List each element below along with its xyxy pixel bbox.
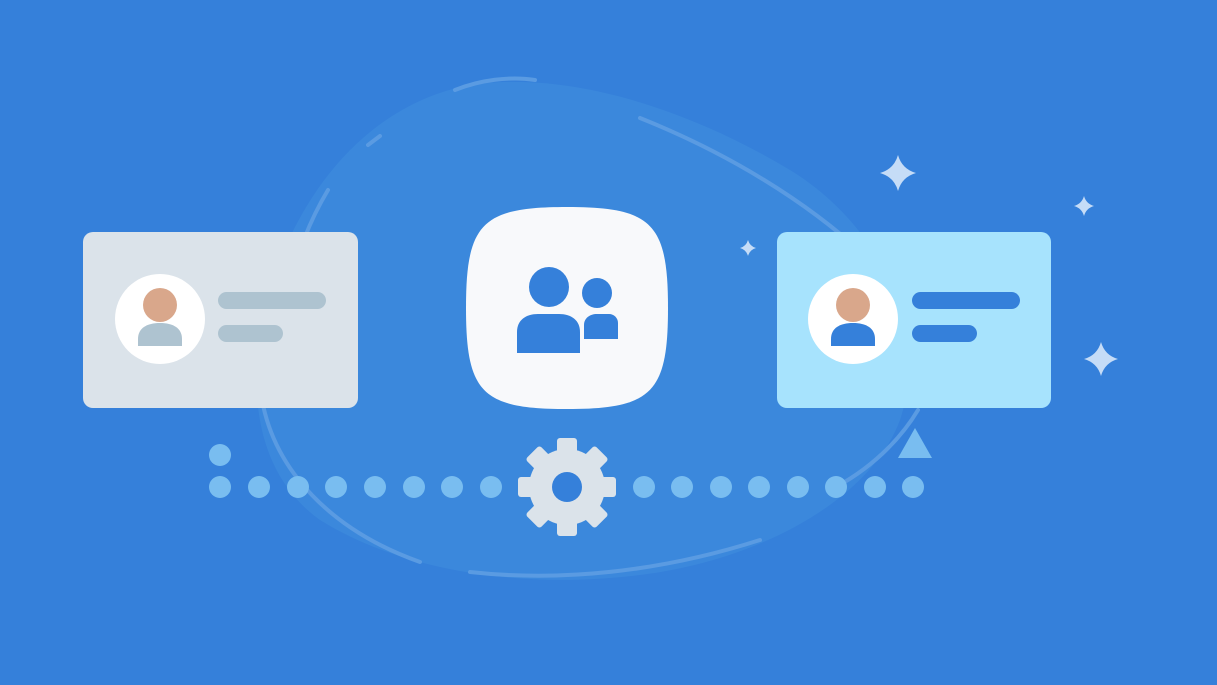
name-line-placeholder bbox=[218, 292, 326, 309]
connector-dot bbox=[325, 476, 347, 498]
connector-dot bbox=[710, 476, 732, 498]
connector-dot bbox=[287, 476, 309, 498]
connector-dot bbox=[671, 476, 693, 498]
sparkle-icon bbox=[1084, 342, 1118, 376]
connector-dot bbox=[248, 476, 270, 498]
connector-dot bbox=[209, 476, 231, 498]
user-sync-illustration bbox=[83, 76, 1118, 580]
connector-dot bbox=[209, 444, 231, 466]
connector-dot bbox=[825, 476, 847, 498]
connector-dot bbox=[441, 476, 463, 498]
connector-dot bbox=[787, 476, 809, 498]
user-avatar-icon bbox=[115, 274, 205, 364]
gear-icon bbox=[518, 438, 616, 536]
connector-dot bbox=[403, 476, 425, 498]
connector-dot bbox=[480, 476, 502, 498]
source-user-card bbox=[83, 232, 358, 408]
user-avatar-icon bbox=[808, 274, 898, 364]
connector-dot bbox=[364, 476, 386, 498]
illustration-canvas bbox=[0, 0, 1217, 685]
detail-line-placeholder bbox=[912, 325, 977, 342]
sparkle-icon bbox=[1074, 196, 1094, 216]
connector-dot bbox=[633, 476, 655, 498]
sparkle-icon bbox=[880, 155, 916, 191]
center-app-icon bbox=[466, 207, 668, 409]
connector-dot bbox=[902, 476, 924, 498]
detail-line-placeholder bbox=[218, 325, 283, 342]
connector-dot bbox=[748, 476, 770, 498]
target-user-card bbox=[777, 232, 1051, 408]
name-line-placeholder bbox=[912, 292, 1020, 309]
connector-dot bbox=[864, 476, 886, 498]
